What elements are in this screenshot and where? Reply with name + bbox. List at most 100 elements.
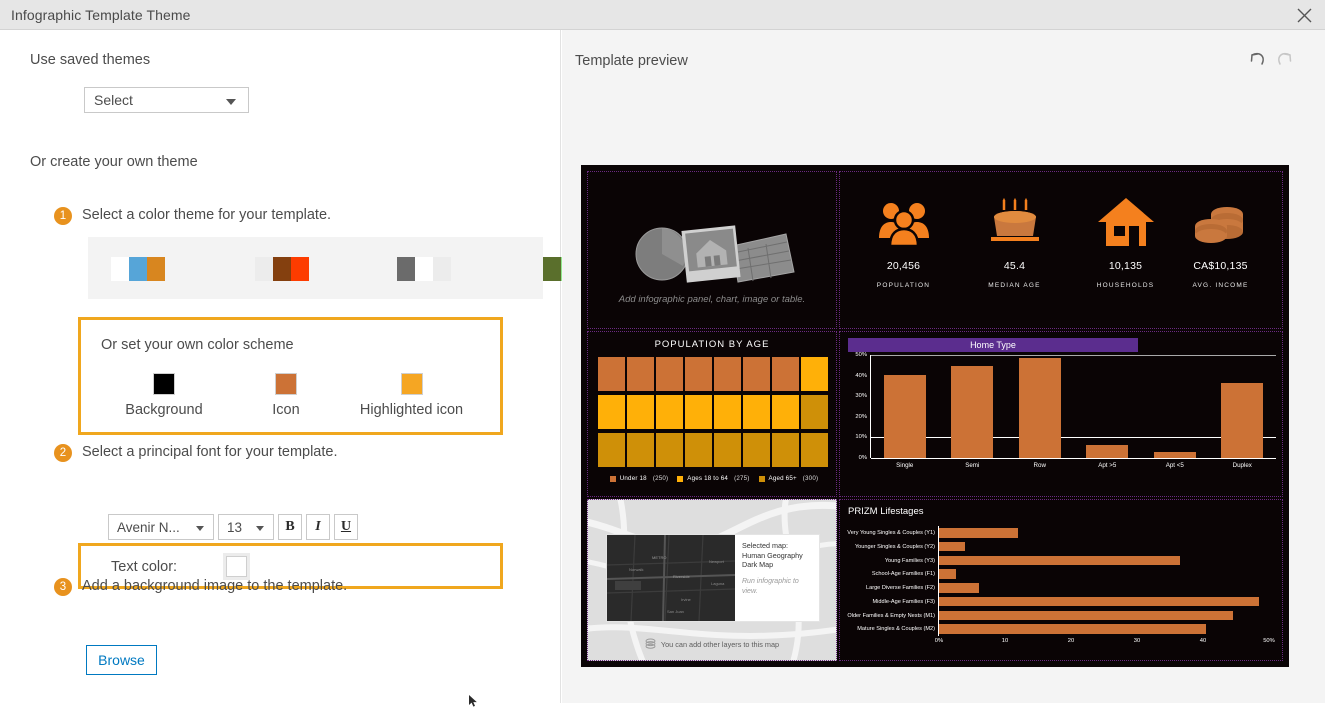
prizm-row: Mature Singles & Couples (M2) xyxy=(939,622,1269,636)
preview-title: Template preview xyxy=(575,53,688,69)
kpi-panel[interactable]: 20,456 POPULATION 45.4 MEDIAN AGE xyxy=(839,171,1283,329)
bar xyxy=(939,583,979,593)
map-card-text: Selected map: Human Geography Dark Map R… xyxy=(735,535,819,621)
own-color-scheme-box: Or set your own color scheme Background … xyxy=(78,317,503,435)
close-button[interactable] xyxy=(1283,0,1325,30)
y-axis-tick: 50% xyxy=(855,352,867,358)
background-color-swatch[interactable] xyxy=(153,373,175,395)
infographic-canvas[interactable]: Add infographic panel, chart, image or t… xyxy=(581,165,1289,667)
step-2-badge: 2 xyxy=(54,444,72,462)
legend-item: Under 18 (250) xyxy=(610,475,669,482)
prizm-title: PRIZM Lifestages xyxy=(848,506,924,517)
x-axis-tick: 30 xyxy=(1134,638,1140,644)
window-title-bar: Infographic Template Theme xyxy=(0,0,1325,30)
waffle-row xyxy=(598,357,828,391)
map-footer-text: You can add other layers to this map xyxy=(661,640,779,649)
x-axis-label: Single xyxy=(871,462,939,469)
redo-button[interactable] xyxy=(1273,48,1297,72)
waffle-row xyxy=(598,433,828,467)
placeholder-art-icon xyxy=(626,220,798,289)
legend-count: (250) xyxy=(653,475,668,482)
bar xyxy=(939,597,1259,607)
font-size-select[interactable]: 13 xyxy=(218,514,274,540)
bar xyxy=(1221,383,1263,458)
mouse-cursor xyxy=(468,694,479,713)
kpi-population-caption: POPULATION xyxy=(848,282,959,289)
underline-button[interactable]: U xyxy=(334,514,358,540)
color-theme-option-1[interactable] xyxy=(255,257,309,281)
italic-button[interactable]: I xyxy=(306,514,330,540)
home-type-title: Home Type xyxy=(848,338,1138,352)
kpi-avg-income-value: CA$10,135 xyxy=(1165,260,1276,272)
redo-icon xyxy=(1273,59,1297,76)
icon-color-group: Icon xyxy=(241,373,331,418)
gridline xyxy=(871,458,1276,459)
prizm-category-label: Young Families (Y3) xyxy=(885,556,935,566)
map-selected-label: Selected map: Human Geography Dark Map xyxy=(742,541,814,570)
svg-text:San Juan: San Juan xyxy=(667,609,684,614)
bar xyxy=(1154,452,1196,458)
home-type-chart[interactable]: Home Type 0%10%20%30%40%50%SingleSemiRow… xyxy=(839,331,1283,497)
prizm-lifestages-chart[interactable]: PRIZM Lifestages Very Young Singles & Co… xyxy=(839,499,1283,661)
saved-theme-select[interactable]: Select xyxy=(84,87,249,113)
map-selection-card[interactable]: METRO Riverside Norwalk Newport Laguna I… xyxy=(606,534,820,622)
coins-icon xyxy=(1165,186,1276,248)
text-color-swatch[interactable] xyxy=(226,556,247,577)
or-create-theme-label: Or create your own theme xyxy=(30,154,198,170)
undo-button[interactable] xyxy=(1245,48,1269,72)
kpi-population[interactable]: 20,456 POPULATION xyxy=(848,186,959,289)
font-size-value: 13 xyxy=(227,520,242,535)
icon-color-swatch[interactable] xyxy=(275,373,297,395)
waffle-cell xyxy=(656,357,683,391)
map-footer[interactable]: You can add other layers to this map xyxy=(588,638,836,651)
color-theme-swatch xyxy=(129,257,147,281)
bold-button[interactable]: B xyxy=(278,514,302,540)
step-2-label: Select a principal font for your templat… xyxy=(82,444,338,460)
map-selected-line3: Dark Map xyxy=(742,560,814,570)
kpi-avg-income-caption: AVG. INCOME xyxy=(1165,282,1276,289)
legend-label: Under 18 xyxy=(620,475,647,482)
infographic-placeholder-panel[interactable]: Add infographic panel, chart, image or t… xyxy=(587,171,837,329)
population-by-age-title: POPULATION BY AGE xyxy=(588,339,836,350)
prizm-category-label: School-Age Families (F1) xyxy=(872,569,935,579)
svg-text:Laguna: Laguna xyxy=(711,581,725,586)
browse-button[interactable]: Browse xyxy=(86,645,157,675)
placeholder-text: Add infographic panel, chart, image or t… xyxy=(588,294,836,305)
prizm-category-label: Mature Singles & Couples (M2) xyxy=(857,624,935,634)
y-axis-tick: 0% xyxy=(859,455,867,461)
color-theme-swatch xyxy=(147,257,165,281)
people-icon xyxy=(848,186,959,248)
svg-text:Riverside: Riverside xyxy=(673,574,690,579)
waffle-row xyxy=(598,395,828,429)
x-axis-tick: 50% xyxy=(1263,638,1275,644)
prizm-row: Young Families (Y3) xyxy=(939,554,1269,568)
color-theme-option-0[interactable] xyxy=(111,257,165,281)
y-axis-tick: 40% xyxy=(855,373,867,379)
prizm-row: School-Age Families (F1) xyxy=(939,567,1269,581)
kpi-avg-income[interactable]: CA$10,135 AVG. INCOME xyxy=(1165,186,1276,289)
kpi-median-age-caption: MEDIAN AGE xyxy=(959,282,1070,289)
waffle-cell xyxy=(627,395,654,429)
map-panel[interactable]: METRO Riverside Norwalk Newport Laguna I… xyxy=(587,499,837,661)
population-by-age-waffle xyxy=(598,357,828,467)
chevron-down-icon xyxy=(256,526,264,531)
use-saved-themes-label: Use saved themes xyxy=(30,52,150,68)
color-theme-swatch xyxy=(543,257,561,281)
color-theme-option-2[interactable] xyxy=(397,257,451,281)
waffle-cell xyxy=(656,433,683,467)
x-axis-label: Apt >5 xyxy=(1074,462,1142,469)
font-family-select[interactable]: Avenir N... xyxy=(108,514,214,540)
color-theme-swatch xyxy=(273,257,291,281)
y-axis-tick: 20% xyxy=(855,414,867,420)
legend-swatch xyxy=(677,476,683,482)
legend-swatch xyxy=(759,476,765,482)
highlighted-icon-color-swatch[interactable] xyxy=(401,373,423,395)
legend-item: Ages 18 to 64(275) xyxy=(677,475,749,482)
waffle-cell xyxy=(772,433,799,467)
bar xyxy=(884,375,926,458)
x-axis-tick: 0% xyxy=(935,638,943,644)
step-1-label: Select a color theme for your template. xyxy=(82,207,331,223)
population-by-age-chart[interactable]: POPULATION BY AGE Under 18 (250) Ages 18 t… xyxy=(587,331,837,497)
waffle-cell xyxy=(801,395,828,429)
kpi-median-age[interactable]: 45.4 MEDIAN AGE xyxy=(959,186,1070,289)
